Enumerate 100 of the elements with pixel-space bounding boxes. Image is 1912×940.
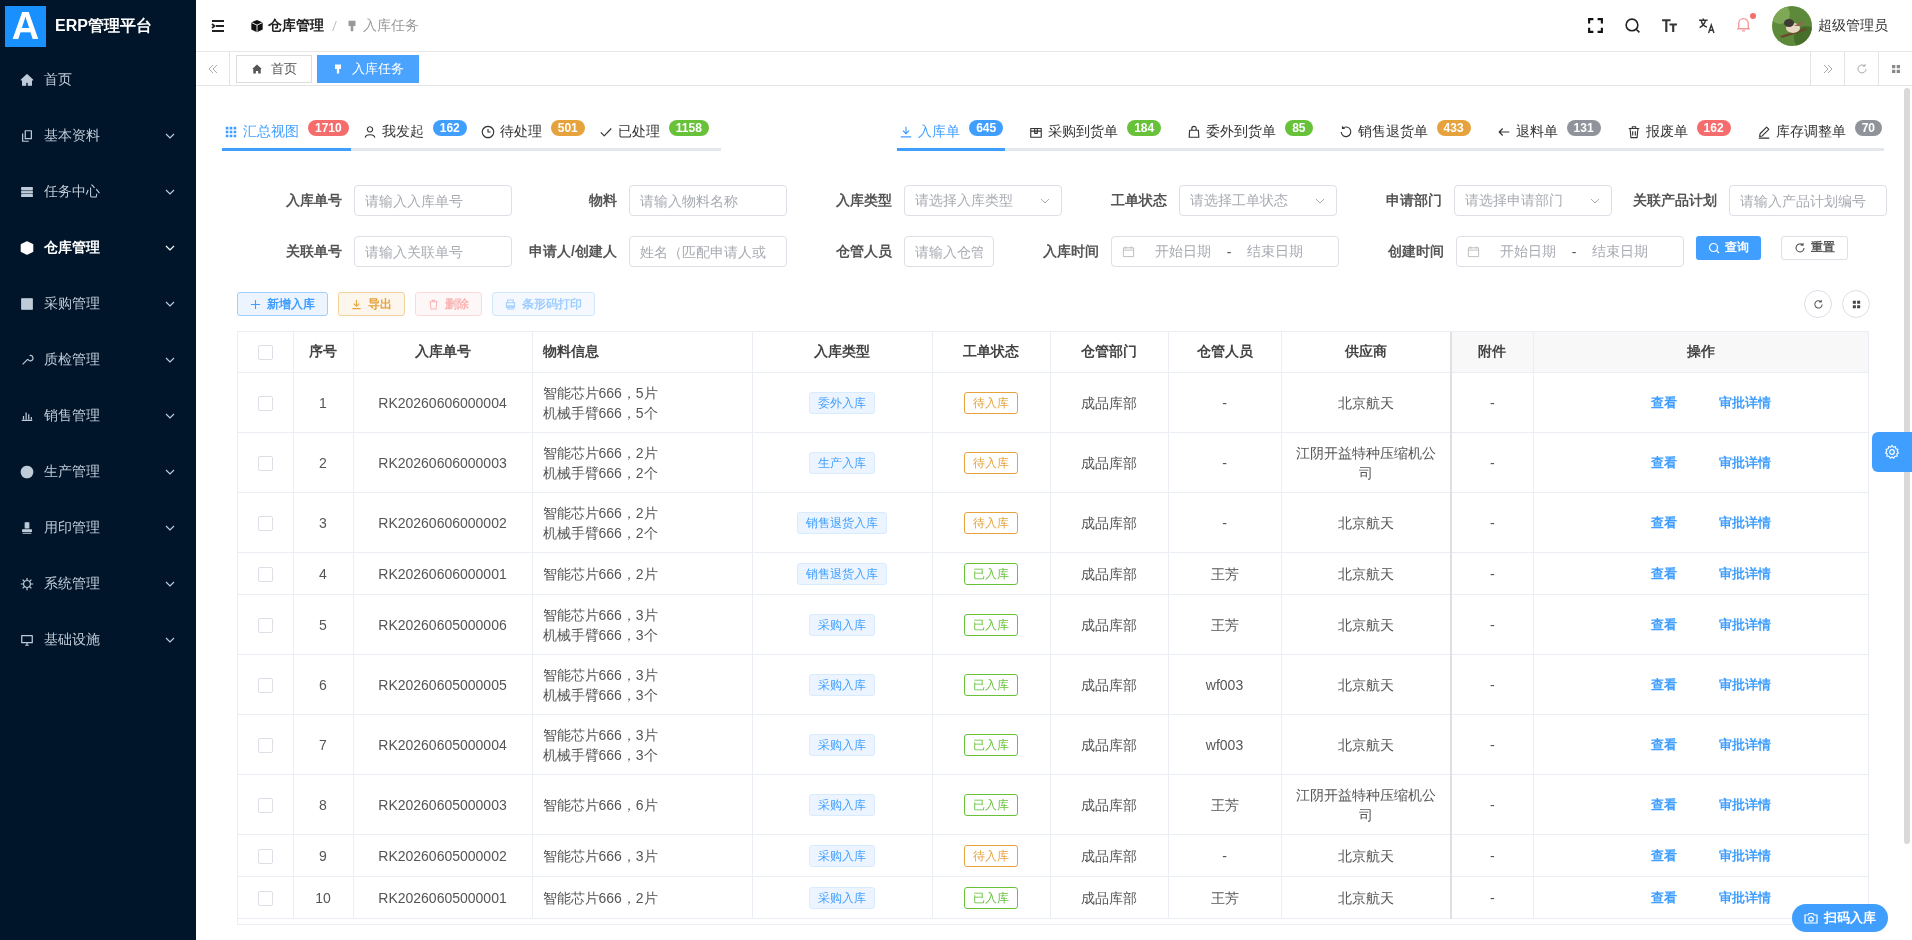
checkbox[interactable] <box>257 678 273 694</box>
search-button[interactable]: 查询 <box>1696 235 1761 260</box>
table-cell: 成品库部 <box>1081 736 1137 753</box>
action-link[interactable]: 查看 <box>1650 674 1677 695</box>
scan-button[interactable]: 扫码入库 <box>1792 904 1888 932</box>
page-tab[interactable]: 首页 <box>236 54 312 83</box>
reset-button[interactable]: 重置 <box>1781 235 1848 260</box>
refresh-icon <box>1338 125 1353 139</box>
tab[interactable]: 已处理 1158 <box>596 116 711 151</box>
date-range-field[interactable]: 开始日期 - 结束日期 <box>1111 236 1339 267</box>
sidebar-item[interactable]: 生产管理 <box>0 444 196 500</box>
checkbox[interactable] <box>257 396 273 412</box>
clock-icon <box>480 125 495 139</box>
checkbox[interactable] <box>257 618 273 634</box>
tab[interactable]: 委外到货单 85 <box>1185 116 1315 151</box>
tab[interactable]: 待处理 501 <box>478 116 587 151</box>
checkbox[interactable] <box>257 567 273 583</box>
refresh-button[interactable] <box>1804 290 1832 318</box>
input-field[interactable]: 请输入物料名称 <box>629 185 787 216</box>
bell-icon[interactable] <box>1735 15 1752 33</box>
checkbox[interactable] <box>257 516 273 532</box>
table-cell: 成品库部 <box>1081 796 1137 813</box>
table-cell: - <box>1489 889 1495 906</box>
action-link[interactable]: 审批详情 <box>1718 794 1771 815</box>
sidebar-item[interactable]: 采购管理 <box>0 276 196 332</box>
tab[interactable]: 入库单 645 <box>897 116 1006 151</box>
sidebar-item[interactable]: 基础设施 <box>0 612 196 668</box>
tab[interactable]: 退料单 131 <box>1494 116 1603 151</box>
table-cell: 机械手臂666，5个 <box>542 404 658 421</box>
sidebar-item[interactable]: 销售管理 <box>0 388 196 444</box>
field-label: 创建时间 <box>1387 242 1444 261</box>
tab[interactable]: 采购到货单 184 <box>1027 116 1164 151</box>
translate-icon[interactable] <box>1698 17 1715 34</box>
input-field[interactable]: 姓名（匹配申请人或 <box>629 236 787 267</box>
font-size-icon[interactable] <box>1661 17 1678 34</box>
table-cell: 北京航天 <box>1337 847 1394 864</box>
select-field[interactable]: 请选择申请部门 <box>1454 185 1612 216</box>
action-link[interactable]: 审批详情 <box>1718 674 1771 695</box>
count-badge: 162 <box>432 120 467 136</box>
action-link[interactable]: 查看 <box>1650 845 1677 866</box>
action-link[interactable]: 查看 <box>1650 563 1677 584</box>
action-link[interactable]: 审批详情 <box>1718 887 1771 908</box>
stamp-icon <box>20 521 34 535</box>
select-field[interactable]: 请选择入库类型 <box>904 185 1062 216</box>
search-icon[interactable] <box>1624 17 1641 34</box>
checkbox[interactable] <box>257 891 273 907</box>
checkbox[interactable] <box>257 849 273 865</box>
settings-button[interactable] <box>1872 432 1912 472</box>
table-cell: 北京航天 <box>1337 676 1394 693</box>
action-link[interactable]: 查看 <box>1650 392 1677 413</box>
action-link[interactable]: 查看 <box>1650 512 1677 533</box>
tab[interactable]: 报废单 162 <box>1624 116 1733 151</box>
action-link[interactable]: 审批详情 <box>1718 512 1771 533</box>
double-chevron-left-icon <box>206 62 219 75</box>
sidebar-item[interactable]: 基本资料 <box>0 108 196 164</box>
field-label: 工单状态 <box>1110 191 1167 210</box>
input-field[interactable]: 请输入入库单号 <box>354 185 512 216</box>
menu-icon[interactable] <box>210 17 226 34</box>
checkbox[interactable] <box>257 456 273 472</box>
sidebar-item[interactable]: 质检管理 <box>0 332 196 388</box>
date-range-field[interactable]: 开始日期 - 结束日期 <box>1456 236 1684 267</box>
action-link[interactable]: 审批详情 <box>1718 452 1771 473</box>
sidebar-item[interactable]: 系统管理 <box>0 556 196 612</box>
sidebar-item[interactable]: 仓库管理 <box>0 220 196 276</box>
action-link[interactable]: 审批详情 <box>1718 734 1771 755</box>
table-cell: 成品库部 <box>1081 676 1137 693</box>
home-icon <box>20 73 34 87</box>
sidebar-item[interactable]: 任务中心 <box>0 164 196 220</box>
action-link[interactable]: 查看 <box>1650 887 1677 908</box>
scrollbar[interactable] <box>1904 88 1910 844</box>
table-cell: 王芳 <box>1210 565 1239 582</box>
tab[interactable]: 销售退货单 433 <box>1336 116 1473 151</box>
page-tab[interactable]: 入库任务 <box>317 54 419 83</box>
action-link[interactable]: 审批详情 <box>1718 845 1771 866</box>
sidebar-item[interactable]: 用印管理 <box>0 500 196 556</box>
checkbox[interactable] <box>257 798 273 814</box>
select-field[interactable]: 请选择工单状态 <box>1179 185 1337 216</box>
breadcrumb-link[interactable]: 仓库管理 <box>268 16 324 35</box>
action-link[interactable]: 审批详情 <box>1718 392 1771 413</box>
fullscreen-icon[interactable] <box>1587 17 1604 34</box>
table-cell: RK20260605000002 <box>378 847 507 864</box>
tab[interactable]: 库存调整单 70 <box>1754 116 1884 151</box>
checkbox[interactable] <box>257 738 273 754</box>
tab[interactable]: 我发起 162 <box>360 116 469 151</box>
checkbox[interactable] <box>257 345 273 361</box>
tab[interactable]: 汇总视图 1710 <box>222 116 351 151</box>
input-field[interactable]: 请输入产品计划编号 <box>1729 185 1887 216</box>
toolbar-button[interactable]: 导出 <box>338 292 405 316</box>
action-link[interactable]: 查看 <box>1650 794 1677 815</box>
columns-button[interactable] <box>1842 290 1870 318</box>
table-cell: 成品库部 <box>1081 514 1137 531</box>
action-link[interactable]: 查看 <box>1650 614 1677 635</box>
user-name[interactable]: 超级管理员 <box>1818 16 1888 35</box>
action-link[interactable]: 查看 <box>1650 734 1677 755</box>
action-link[interactable]: 审批详情 <box>1718 563 1771 584</box>
action-link[interactable]: 审批详情 <box>1718 614 1771 635</box>
sidebar-item[interactable]: 首页 <box>0 52 196 108</box>
toolbar-button[interactable]: 新增入库 <box>237 292 328 316</box>
action-link[interactable]: 查看 <box>1650 452 1677 473</box>
input-field[interactable]: 请输入关联单号 <box>354 236 512 267</box>
